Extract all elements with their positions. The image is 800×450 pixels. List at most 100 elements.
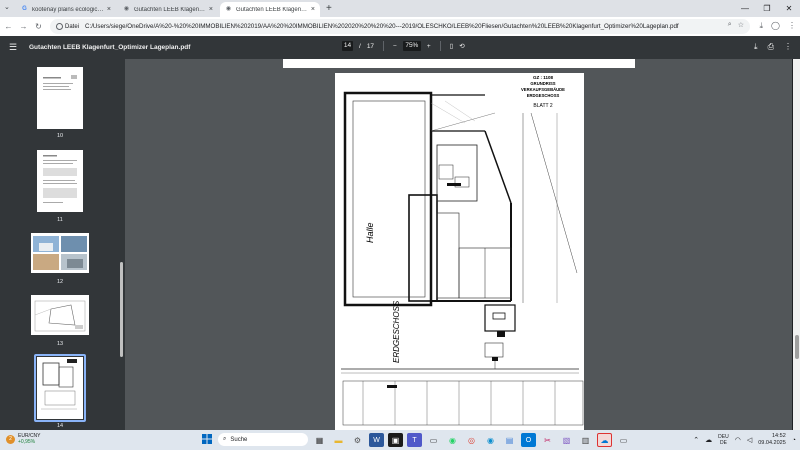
new-tab-button[interactable]: +: [326, 3, 332, 14]
ticker-badge: 2: [6, 434, 15, 444]
zoom-in-icon[interactable]: +: [427, 43, 431, 50]
maximize-icon[interactable]: ❐: [756, 0, 778, 17]
url-text: C:/Users/siege/OneDrive/A%20-%20%20IMMOB…: [85, 23, 679, 30]
tab-title: Gutachten LEEB Klagenfurt_Opt: [134, 6, 206, 13]
thumbnail-page-12[interactable]: [31, 233, 89, 273]
zoom-out-icon[interactable]: −: [393, 43, 397, 50]
taskbar-search[interactable]: ⌕ Suche: [218, 433, 308, 446]
plan-thumbnail: [34, 300, 86, 332]
site-info-chip[interactable]: Datei: [56, 23, 79, 30]
profile-icon[interactable]: ◯: [771, 21, 780, 31]
download-icon[interactable]: ⤓: [760, 21, 764, 31]
search-icon: ⌕: [223, 436, 227, 442]
network-drive-icon[interactable]: ▭: [616, 433, 631, 447]
thumbnail-label: 13: [56, 341, 64, 347]
app-icon[interactable]: ▭: [426, 433, 441, 447]
browser-tab-active[interactable]: ◉ Gutachten LEEB Klagenfurt_Opt ×: [220, 2, 320, 17]
search-placeholder: Suche: [230, 436, 248, 443]
photo-thumbnail: [31, 233, 89, 273]
snipping-icon[interactable]: ✂: [540, 433, 555, 447]
clock[interactable]: 14:52 09.04.2025: [758, 433, 786, 447]
divider: [439, 41, 441, 51]
date: 09.04.2025: [758, 440, 786, 446]
chevron-up-icon[interactable]: ⌃: [693, 436, 699, 444]
wifi-icon[interactable]: ◠: [735, 436, 741, 444]
print-icon[interactable]: ⎙: [768, 42, 774, 52]
browser-tab[interactable]: ◉ Gutachten LEEB Klagenfurt_Opt ×: [118, 2, 218, 17]
whatsapp-icon[interactable]: ◉: [445, 433, 460, 447]
settings-gear-icon[interactable]: ⚙: [350, 433, 365, 447]
thumbnail-page-11[interactable]: [37, 150, 83, 212]
main-scrollbar-thumb[interactable]: [795, 335, 799, 359]
close-icon[interactable]: ×: [311, 6, 315, 13]
more-options-icon[interactable]: ⋮: [784, 42, 792, 52]
sidebar-scrollbar[interactable]: [120, 262, 123, 357]
thumbnail-page-14[interactable]: [37, 357, 83, 419]
plan-label-erdgeschoss: ERDGESCHOSS: [392, 300, 401, 363]
back-icon[interactable]: ←: [2, 22, 15, 31]
floor-plan-drawing: GZ : 1108 GRUNDRISS VERKAUFSGEBÄUDE ERDG…: [341, 75, 584, 426]
cloud-icon[interactable]: ☁: [705, 436, 712, 444]
thumbnail-page-10[interactable]: [37, 67, 83, 129]
plan-header-line3: VERKAUFSGEBÄUDE: [521, 87, 565, 92]
pdf-toolbar: ☰ Gutachten LEEB Klagenfurt_Optimizer La…: [0, 36, 800, 59]
address-bar[interactable]: Datei C:/Users/siege/OneDrive/A%20-%20%2…: [50, 19, 750, 34]
close-icon[interactable]: ×: [107, 6, 111, 13]
minimize-icon[interactable]: —: [734, 0, 756, 17]
outlook-icon[interactable]: O: [521, 433, 536, 447]
menu-dots-icon[interactable]: ⋮: [788, 21, 796, 31]
close-icon[interactable]: ×: [209, 6, 213, 13]
onedrive-icon[interactable]: ☁: [597, 433, 612, 447]
photos-icon[interactable]: ▧: [559, 433, 574, 447]
page-separator: /: [359, 42, 361, 50]
notification-bell-icon[interactable]: ◔: [792, 437, 796, 444]
zoom-input[interactable]: 75%: [402, 41, 421, 51]
hall-outline: [343, 91, 433, 307]
teams-icon[interactable]: T: [407, 433, 422, 447]
tab-search-icon[interactable]: ⌄: [4, 3, 10, 11]
word-icon[interactable]: W: [369, 433, 384, 447]
main-scrollbar-track[interactable]: [793, 59, 800, 430]
system-tray: ⌃ ☁ DEU DE ◠ ◁ 14:52 09.04.2025 ◔: [693, 433, 796, 447]
window-controls: — ❐ ✕: [734, 0, 800, 17]
hamburger-icon[interactable]: ☰: [3, 42, 23, 53]
pdf-title: Gutachten LEEB Klagenfurt_Optimizer Lage…: [29, 44, 191, 51]
task-view-icon[interactable]: ▦: [312, 433, 327, 447]
thumbnail-page-13[interactable]: [31, 295, 89, 335]
reload-icon[interactable]: ↻: [32, 22, 45, 31]
chip-label: Datei: [65, 23, 80, 30]
plan-label-halle: Halle: [365, 222, 375, 243]
volume-icon[interactable]: ◁: [747, 436, 752, 444]
language-indicator[interactable]: DEU DE: [718, 434, 729, 446]
rotate-icon[interactable]: ⟲: [459, 42, 464, 50]
monitor-icon[interactable]: ▤: [502, 433, 517, 447]
tab-strip: ⌄ G kootenay plains ecological rese × ◉ …: [0, 0, 800, 17]
previous-page-edge: [283, 59, 635, 68]
fit-page-icon[interactable]: ▯: [450, 42, 454, 50]
media-icon[interactable]: ▣: [388, 433, 403, 447]
edge-icon[interactable]: ◉: [483, 433, 498, 447]
close-window-icon[interactable]: ✕: [778, 0, 800, 17]
tab-title: kootenay plains ecological rese: [32, 6, 104, 13]
chrome-icon[interactable]: ◎: [464, 433, 479, 447]
ticker-widget[interactable]: 2 EUR/CNY +0,95%: [6, 433, 41, 445]
browser-toolbar: ← → ↻ Datei C:/Users/siege/OneDrive/A%20…: [0, 17, 800, 36]
file-explorer-icon[interactable]: ▬: [331, 433, 346, 447]
plan-header-line4: ERDGESCHOSS: [527, 93, 560, 98]
info-icon: [56, 23, 63, 30]
apps-icon[interactable]: ▥: [578, 433, 593, 447]
download-pdf-icon[interactable]: ⤓: [754, 42, 758, 52]
pdf-viewer[interactable]: GZ : 1108 GRUNDRISS VERKAUFSGEBÄUDE ERDG…: [125, 59, 792, 430]
browser-tab[interactable]: G kootenay plains ecological rese ×: [16, 2, 116, 17]
windows-start-icon[interactable]: [202, 434, 212, 444]
keyboard-layout: DE: [719, 440, 727, 446]
pdf-icon: ◉: [123, 6, 130, 12]
forward-icon[interactable]: →: [17, 22, 30, 31]
pdf-icon: ◉: [225, 6, 232, 12]
zoom-icon[interactable]: ⌕: [728, 21, 732, 29]
thumbnail-label: 11: [57, 217, 63, 223]
ticker-change: +0,95%: [18, 439, 36, 445]
divider: [383, 41, 385, 51]
bookmark-star-icon[interactable]: ☆: [738, 21, 744, 29]
page-number-input[interactable]: 14: [342, 41, 353, 51]
